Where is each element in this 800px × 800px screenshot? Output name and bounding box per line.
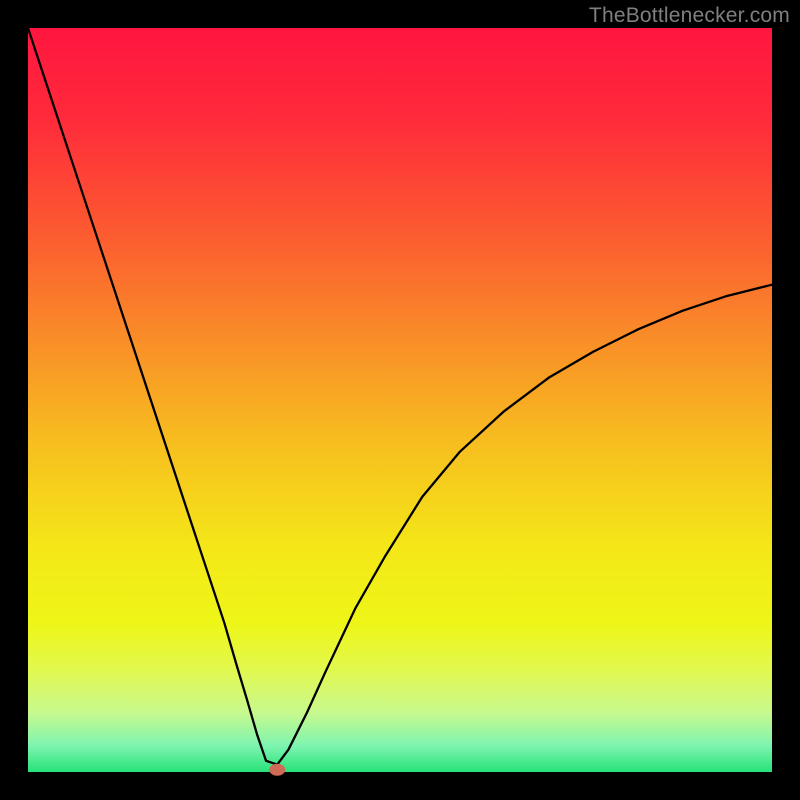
plot-background: [28, 28, 772, 772]
dip-marker: [269, 764, 285, 776]
watermark-text: TheBottlenecker.com: [589, 4, 790, 28]
chart-stage: TheBottlenecker.com: [0, 0, 800, 800]
chart-svg: [0, 0, 800, 800]
